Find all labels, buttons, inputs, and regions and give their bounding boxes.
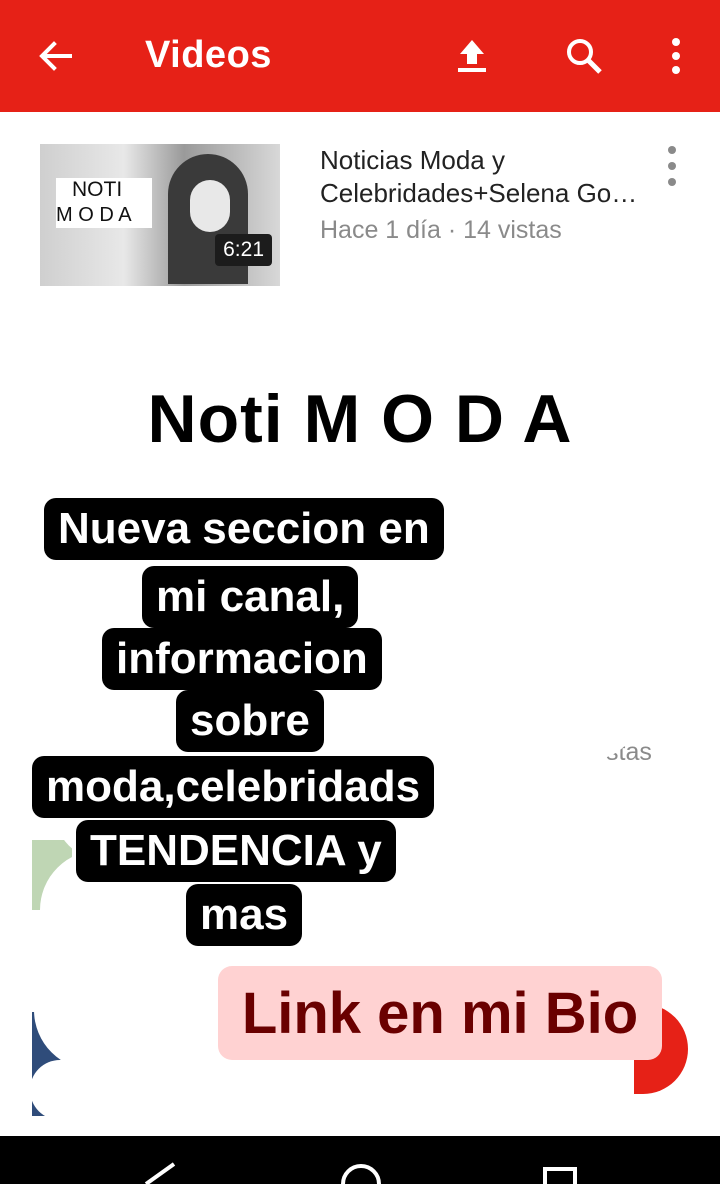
more-vert-icon[interactable] (660, 146, 684, 186)
video-thumbnail[interactable]: NOTI M O D A 6:21 (40, 144, 280, 286)
story-text-line: TENDENCIA y (76, 820, 396, 882)
thumbnail-face (190, 180, 230, 232)
system-nav-bar (0, 1136, 720, 1184)
search-icon[interactable] (556, 28, 612, 84)
thumbnail-text-line: NOTI (72, 178, 123, 201)
story-text-line: informacion (102, 628, 382, 690)
story-text-line: mi canal, (142, 566, 359, 628)
thumbnail-text-line: M O D A (56, 204, 132, 226)
home-nav-icon[interactable] (340, 1164, 382, 1184)
video-list-item[interactable]: NOTI M O D A 6:21 Noticias Moda y Celebr… (0, 140, 720, 290)
video-title-line: Celebridades+Selena Go… (320, 178, 638, 208)
video-duration: 6:21 (215, 234, 272, 266)
page-title: Videos (145, 34, 272, 76)
video-title[interactable]: Noticias Moda y Celebridades+Selena Go… (320, 144, 650, 210)
story-text-line: sobre (176, 690, 324, 752)
more-vert-icon[interactable] (648, 28, 704, 84)
story-text-line: mas (186, 884, 303, 946)
video-title-line: Noticias Moda y (320, 145, 505, 175)
arrow-left-icon[interactable] (28, 28, 84, 84)
story-text-line: Nueva seccion en (44, 498, 444, 560)
story-headline: Noti M O D A (147, 381, 573, 457)
overlay-backdrop (30, 1060, 650, 1120)
link-in-bio-label: Link en mi Bio (218, 966, 662, 1060)
back-nav-icon[interactable] (140, 1162, 180, 1184)
thumbnail-text-box: NOTI M O D A (56, 178, 152, 228)
video-meta: Hace 1 día · 14 vistas (320, 216, 562, 244)
recents-nav-icon[interactable] (542, 1166, 578, 1184)
app-bar: Videos (0, 0, 720, 112)
upload-icon[interactable] (444, 28, 500, 84)
story-text-line: moda,celebridads (32, 756, 435, 818)
